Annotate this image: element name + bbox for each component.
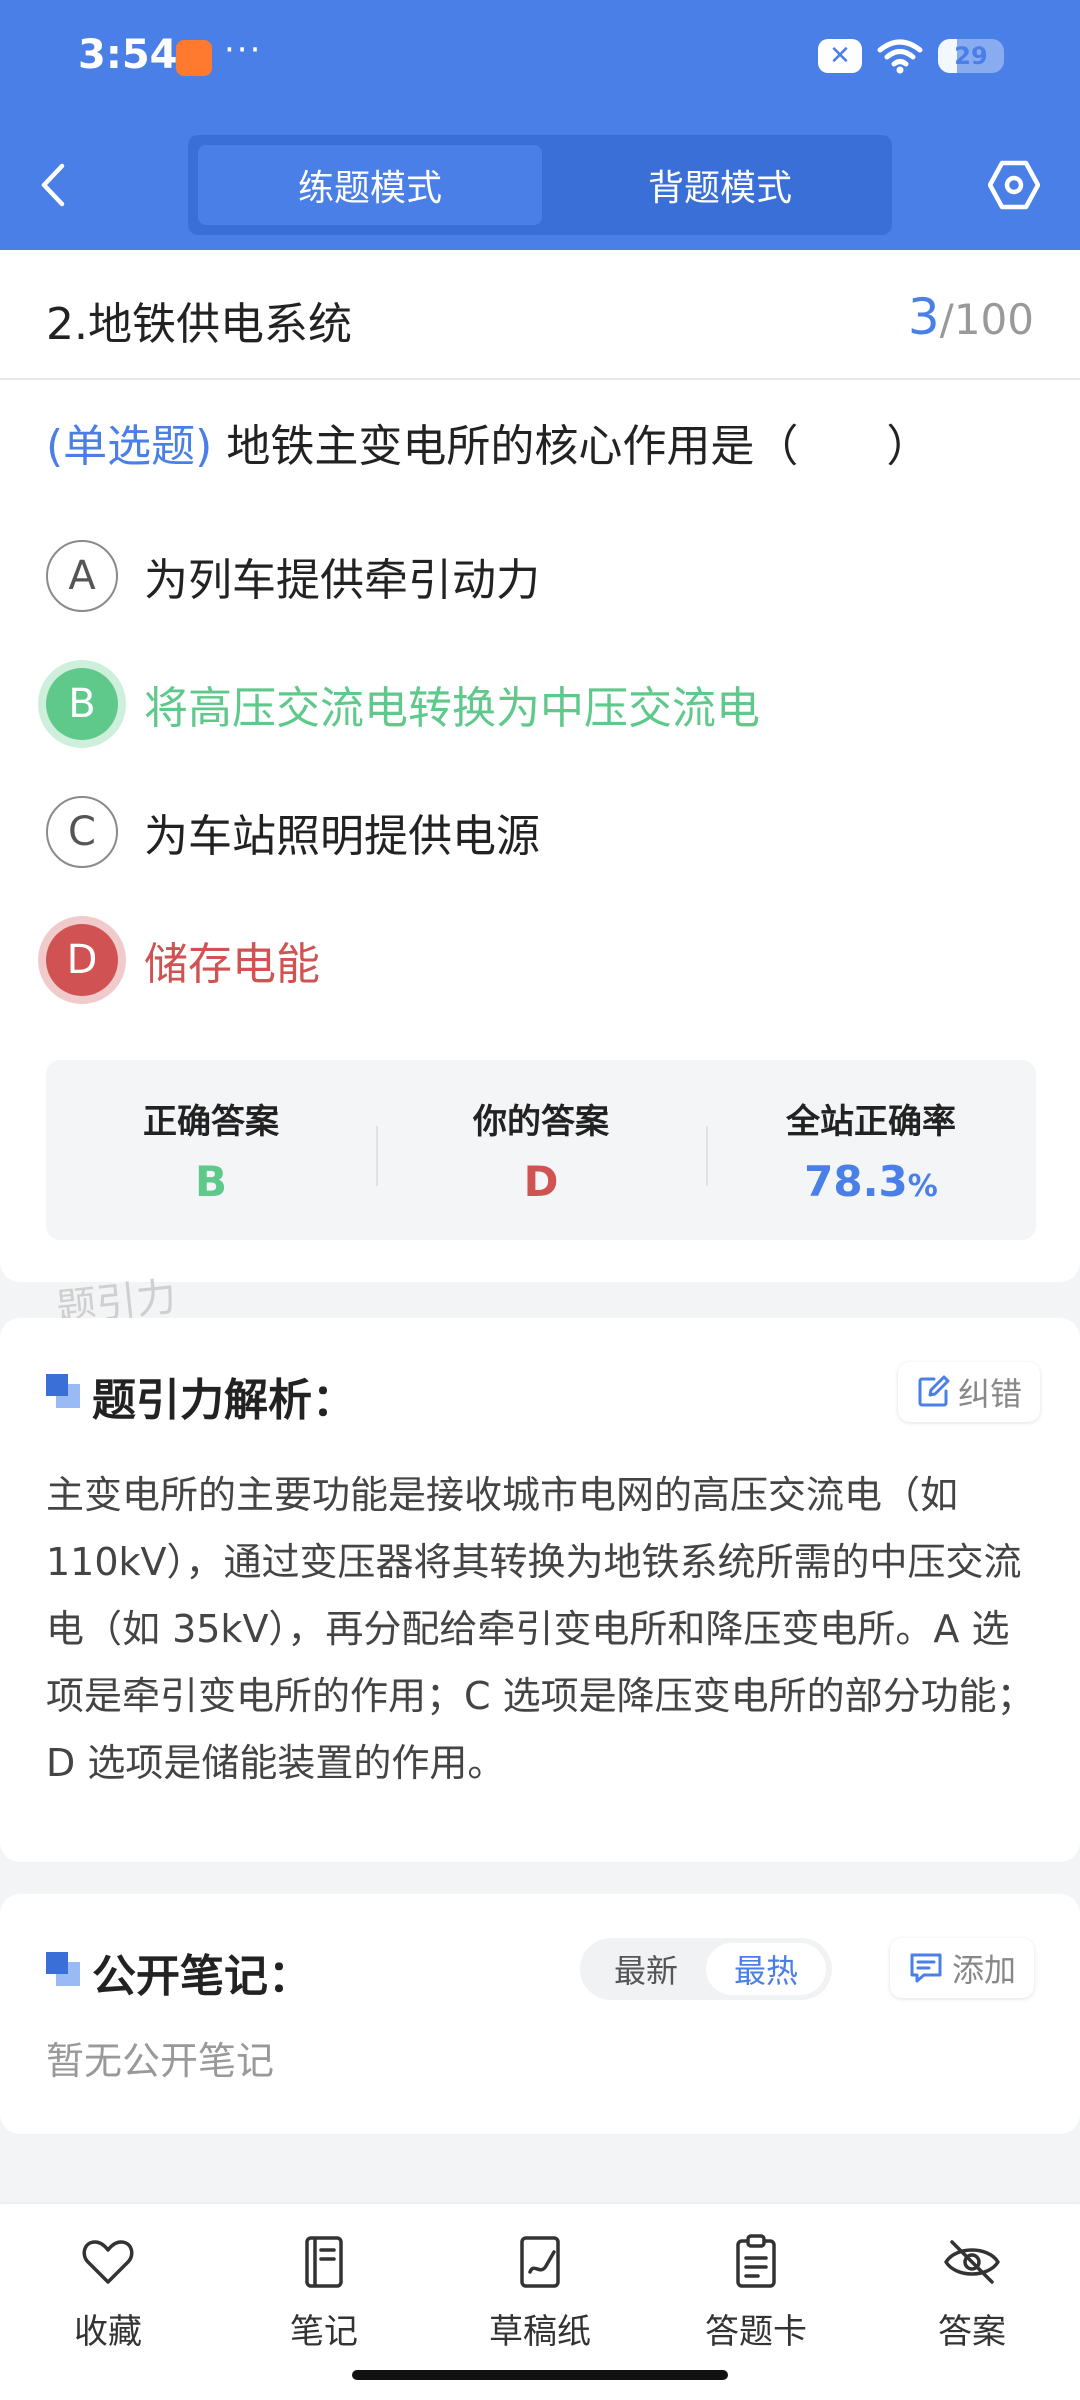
notification-app-icon bbox=[176, 40, 212, 76]
accuracy-rate-col: 全站正确率 78.3% bbox=[706, 1060, 1036, 1240]
settings-button[interactable] bbox=[984, 150, 1044, 220]
total-questions: /100 bbox=[939, 295, 1034, 344]
notes-title: 公开笔记： bbox=[92, 1951, 312, 2002]
option-a[interactable]: A 为列车提供牵引动力 bbox=[46, 536, 1036, 616]
tab-review-mode[interactable]: 背题模式 bbox=[548, 145, 892, 225]
analysis-text: 主变电所的主要功能是接收城市电网的高压交流电（如 110kV），通过变压器将其转… bbox=[46, 1473, 1035, 1785]
option-letter: B bbox=[46, 668, 118, 740]
option-letter: A bbox=[46, 540, 118, 612]
sort-latest-button[interactable]: 最新 bbox=[586, 1943, 706, 1995]
option-c[interactable]: C 为车站照明提供电源 bbox=[46, 792, 1036, 872]
public-notes-card bbox=[0, 1894, 1080, 2134]
accuracy-rate-label: 全站正确率 bbox=[786, 1102, 956, 1142]
back-button[interactable] bbox=[38, 150, 86, 220]
option-text: 为车站照明提供电源 bbox=[144, 811, 540, 862]
option-letter: C bbox=[46, 796, 118, 868]
notes-button[interactable]: 笔记 bbox=[244, 2232, 404, 2353]
battery-level: 29 bbox=[954, 42, 988, 70]
eye-off-icon bbox=[944, 2240, 1000, 2284]
your-answer-value: D bbox=[523, 1157, 559, 1206]
status-time: 3:54 bbox=[78, 32, 178, 78]
status-right-icons: ✕ 29 bbox=[818, 38, 1004, 74]
report-error-label: 纠错 bbox=[958, 1375, 1023, 1413]
show-answer-label: 答案 bbox=[938, 2312, 1006, 2352]
option-text: 储存电能 bbox=[144, 939, 320, 990]
chevron-left-icon bbox=[41, 163, 65, 207]
option-text: 为列车提供牵引动力 bbox=[144, 555, 540, 606]
option-letter: D bbox=[46, 924, 118, 996]
correct-answer-value: B bbox=[194, 1157, 227, 1206]
your-answer-label: 你的答案 bbox=[473, 1102, 609, 1142]
question-counter: 3/100 bbox=[908, 288, 1034, 346]
favorite-button[interactable]: 收藏 bbox=[28, 2232, 188, 2353]
question-text: (单选题) 地铁主变电所的核心作用是（ ） bbox=[46, 410, 1046, 474]
report-error-button[interactable]: 纠错 bbox=[898, 1362, 1041, 1422]
app-header: 3:54 ··· ✕ 29 练题模式 背题模式 bbox=[0, 0, 1080, 250]
add-note-button[interactable]: 添加 bbox=[890, 1938, 1035, 1998]
edit-icon bbox=[918, 1375, 950, 1407]
rate-number: 78.3 bbox=[804, 1157, 908, 1206]
battery-icon: 29 bbox=[938, 39, 1004, 73]
accuracy-rate-value: 78.3% bbox=[804, 1157, 938, 1206]
correct-answer-label: 正确答案 bbox=[143, 1102, 279, 1142]
analysis-title: 题引力解析： bbox=[92, 1375, 356, 1426]
mode-switch: 练题模式 背题模式 bbox=[188, 135, 892, 235]
tab-practice-mode[interactable]: 练题模式 bbox=[198, 145, 542, 225]
option-text: 将高压交流电转换为中压交流电 bbox=[144, 683, 760, 734]
correct-answer-col: 正确答案 B bbox=[46, 1060, 376, 1240]
option-b[interactable]: B 将高压交流电转换为中压交流电 bbox=[46, 664, 1036, 744]
answer-sheet-button[interactable]: 答题卡 bbox=[676, 2232, 836, 2353]
chapter-title: 2.地铁供电系统 bbox=[46, 299, 352, 350]
section-icon bbox=[46, 1374, 80, 1408]
sort-hot-button[interactable]: 最热 bbox=[706, 1943, 826, 1995]
question-type: (单选题) bbox=[46, 421, 213, 472]
add-note-label: 添加 bbox=[952, 1951, 1017, 1989]
empty-notes-text: 暂无公开笔记 bbox=[46, 2039, 275, 2083]
current-question-number: 3 bbox=[907, 288, 940, 346]
wifi-icon bbox=[877, 39, 923, 74]
comment-icon bbox=[910, 1953, 942, 1983]
notebook-icon bbox=[305, 2236, 343, 2288]
notes-label: 笔记 bbox=[290, 2312, 358, 2352]
answer-sheet-label: 答题卡 bbox=[705, 2312, 807, 2352]
notes-sort-toggle: 最新 最热 bbox=[580, 1938, 832, 2000]
divider bbox=[0, 378, 1080, 380]
close-badge-icon: ✕ bbox=[818, 39, 862, 73]
clipboard-icon bbox=[736, 2234, 776, 2288]
heart-icon bbox=[82, 2240, 134, 2284]
option-d[interactable]: D 储存电能 bbox=[46, 920, 1036, 1000]
rate-unit: % bbox=[907, 1169, 938, 1204]
question-stem: 地铁主变电所的核心作用是（ ） bbox=[212, 421, 931, 472]
home-indicator[interactable] bbox=[352, 2370, 728, 2380]
show-answer-button[interactable]: 答案 bbox=[892, 2232, 1052, 2353]
section-icon bbox=[46, 1952, 80, 1986]
draft-paper-button[interactable]: 草稿纸 bbox=[460, 2232, 620, 2353]
hexagon-settings-icon bbox=[988, 160, 1040, 210]
draft-paper-label: 草稿纸 bbox=[489, 2312, 591, 2352]
draft-icon bbox=[520, 2236, 560, 2288]
favorite-label: 收藏 bbox=[74, 2312, 142, 2352]
more-notifications-icon: ··· bbox=[224, 30, 263, 70]
your-answer-col: 你的答案 D bbox=[376, 1060, 706, 1240]
answer-result-box: 正确答案 B 你的答案 D 全站正确率 78.3% bbox=[46, 1060, 1036, 1240]
